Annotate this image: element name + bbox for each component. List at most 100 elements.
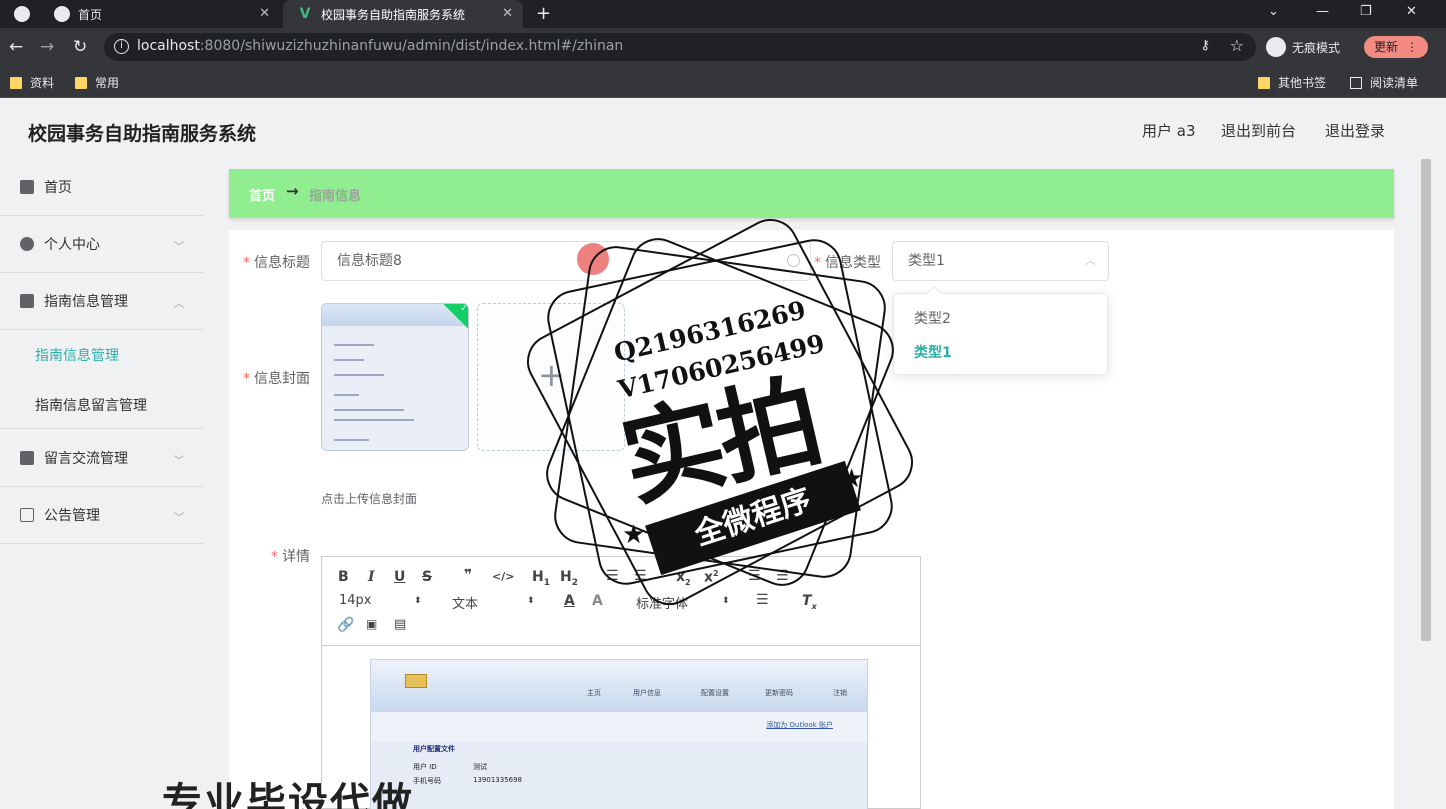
image-nav-text: 主页 xyxy=(587,689,601,697)
tab-search-icon[interactable]: ⌄ xyxy=(1268,4,1279,19)
strike-icon[interactable]: S xyxy=(422,569,432,585)
tab-close-icon[interactable]: ✕ xyxy=(259,6,270,21)
h2-icon[interactable]: H2 xyxy=(560,569,578,588)
indent-icon[interactable]: ☰ xyxy=(776,568,789,584)
sidebar-item-profile[interactable]: 个人中心 ﹀ xyxy=(0,216,204,273)
mail-icon xyxy=(405,674,427,688)
update-button[interactable]: 更新 ⋮ xyxy=(1364,36,1428,58)
bookmark-folder[interactable]: 常用 xyxy=(75,74,119,91)
clear-icon[interactable] xyxy=(787,254,800,267)
superscript-icon[interactable]: x2 xyxy=(704,569,719,586)
forward-icon[interactable]: → xyxy=(40,37,54,57)
type-select[interactable]: 类型1 ︿ xyxy=(892,241,1109,281)
type-option-selected[interactable]: 类型1 xyxy=(914,342,952,362)
image-icon[interactable]: ▣ xyxy=(366,617,377,631)
sidebar-item-notice-management[interactable]: 公告管理 ﹀ xyxy=(0,487,204,544)
globe-icon xyxy=(54,6,70,22)
video-icon[interactable]: ▤ xyxy=(394,617,406,632)
bookmark-folder[interactable]: 资料 xyxy=(10,74,54,91)
background-color-icon[interactable]: A xyxy=(592,593,603,609)
bookmarks-bar: 资料 常用 其他书签 阅读清单 xyxy=(0,66,1446,98)
site-info-icon[interactable]: i xyxy=(114,39,129,54)
breadcrumb-current: 指南信息 xyxy=(309,189,362,204)
chevron-down-icon: ﹀ xyxy=(174,456,184,467)
browser-tab-bar: 首页 ✕ V 校园事务自助指南服务系统 ✕ + ⌄ — ❐ ✕ xyxy=(0,0,1446,28)
ordered-list-icon[interactable]: ☰ xyxy=(606,568,619,584)
font-color-icon[interactable]: A xyxy=(564,593,575,609)
image-subbar: 添加为 Outlook 账户 xyxy=(371,712,867,742)
bold-icon[interactable]: B xyxy=(338,569,349,585)
link-icon[interactable]: 🔗 xyxy=(337,617,354,633)
text-style-select[interactable]: 文本 ⬍ xyxy=(452,593,535,612)
detail-label: * 详情 xyxy=(271,549,310,565)
app-title: 校园事务自助指南服务系统 xyxy=(28,123,257,145)
restore-icon[interactable]: ❐ xyxy=(1360,4,1372,19)
sidebar-item-label: 留言交流管理 xyxy=(44,451,128,467)
h1-icon[interactable]: H1 xyxy=(532,569,550,588)
password-key-icon[interactable]: ⚷ xyxy=(1200,38,1210,53)
bookmark-label: 资料 xyxy=(30,76,55,90)
app-header: 校园事务自助指南服务系统 用户 a3 退出到前台 退出登录 xyxy=(0,99,1446,159)
bullet-list-icon[interactable]: ☰ xyxy=(634,568,647,584)
exit-to-front-link[interactable]: 退出到前台 xyxy=(1221,120,1296,141)
folder-icon xyxy=(75,76,87,89)
chevron-down-icon: ﹀ xyxy=(174,242,184,253)
chevron-up-icon: ︿ xyxy=(174,299,184,310)
quote-icon[interactable]: ❞ xyxy=(464,567,472,583)
window-close-icon[interactable]: ✕ xyxy=(1406,4,1417,19)
minimize-icon[interactable]: — xyxy=(1316,4,1329,19)
type-option[interactable]: 类型2 xyxy=(914,308,951,328)
reload-icon[interactable]: ↻ xyxy=(73,37,87,57)
image-outlook-link: 添加为 Outlook 账户 xyxy=(766,721,833,729)
subscript-icon[interactable]: x2 xyxy=(676,569,691,587)
title-input[interactable]: 信息标题8 xyxy=(321,241,811,281)
type-label: * 信息类型 xyxy=(814,255,881,271)
sidebar-item-home[interactable]: 首页 xyxy=(0,159,204,216)
font-family-select[interactable]: 标准字体 ⬍ xyxy=(636,593,730,612)
tab-close-icon[interactable]: ✕ xyxy=(502,6,513,21)
editor-embedded-image: 主页 用户信息 配置设置 更新密码 注销 添加为 Outlook 账户 用户配置… xyxy=(370,659,868,809)
incognito-label: 无痕模式 xyxy=(1292,40,1341,55)
breadcrumb-arrow: → xyxy=(286,182,299,200)
bottom-watermark: 专业毕设代做 xyxy=(162,780,414,809)
new-tab-icon[interactable]: + xyxy=(536,3,551,24)
breadcrumb-home[interactable]: 首页 xyxy=(249,185,275,204)
browser-menu-icon[interactable] xyxy=(14,6,30,22)
folder-icon xyxy=(10,76,22,89)
italic-icon[interactable]: I xyxy=(368,569,375,585)
browser-tab-home[interactable]: 首页 ✕ xyxy=(40,0,280,28)
incognito-indicator[interactable]: 无痕模式 xyxy=(1266,35,1340,59)
logout-link[interactable]: 退出登录 xyxy=(1325,120,1385,141)
image-row-value: 测试 xyxy=(473,763,487,771)
image-nav-text: 注销 xyxy=(833,689,847,697)
scrollbar-thumb[interactable] xyxy=(1421,159,1431,641)
bookmark-folder[interactable]: 其他书签 xyxy=(1258,74,1326,91)
chevron-up-icon: ︿ xyxy=(1085,254,1096,267)
code-icon[interactable]: </> xyxy=(492,570,514,583)
clear-format-icon[interactable]: Tx xyxy=(802,593,817,611)
sidebar-item-label: 个人中心 xyxy=(44,237,100,253)
incognito-icon xyxy=(1266,37,1286,57)
back-icon[interactable]: ← xyxy=(9,37,23,57)
bookmark-label: 阅读清单 xyxy=(1370,76,1419,90)
sidebar-item-label: 首页 xyxy=(44,180,72,196)
image-nav-text: 用户信息 xyxy=(633,689,661,697)
url-input[interactable]: i localhost:8080/shiwuzizhuzhinanfuwu/ad… xyxy=(104,33,1256,61)
sidebar-subitem-guide-comments[interactable]: 指南信息留言管理 xyxy=(35,395,147,415)
cover-thumbnail[interactable]: ✓ xyxy=(321,303,469,451)
update-label: 更新 xyxy=(1374,40,1399,54)
sidebar-item-message-management[interactable]: 留言交流管理 ﹀ xyxy=(0,430,204,487)
vue-logo-icon: V xyxy=(299,6,311,22)
reading-list[interactable]: 阅读清单 xyxy=(1350,74,1418,91)
underline-icon[interactable]: U xyxy=(394,569,405,585)
align-icon[interactable]: ☰ xyxy=(756,592,769,608)
upload-button[interactable]: + xyxy=(477,303,625,451)
sidebar-subitem-guide-info[interactable]: 指南信息管理 xyxy=(35,345,119,365)
image-nav-text: 配置设置 xyxy=(701,689,729,697)
outdent-icon[interactable]: ☰ xyxy=(748,568,761,584)
font-size-select[interactable]: 14px ⬍ xyxy=(339,593,422,608)
sidebar-item-guide-management[interactable]: 指南信息管理 ︿ xyxy=(0,273,204,330)
thumb-line xyxy=(334,419,414,421)
browser-tab-system[interactable]: V 校园事务自助指南服务系统 ✕ xyxy=(283,0,523,28)
bookmark-star-icon[interactable]: ☆ xyxy=(1230,36,1244,55)
